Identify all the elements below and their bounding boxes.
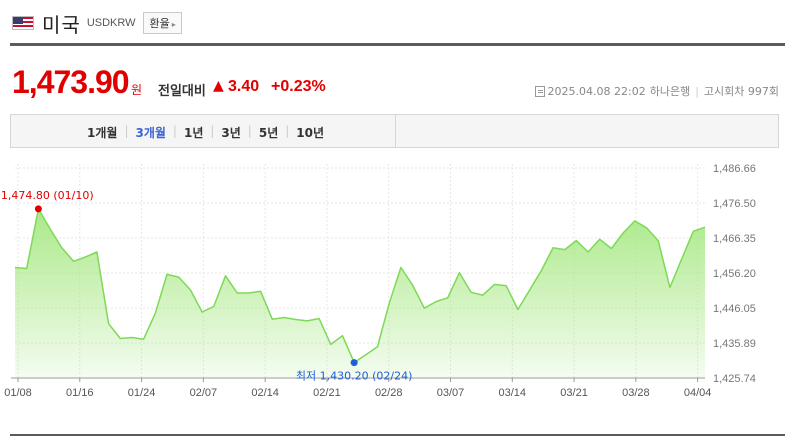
quote-meta: 2025.04.08 22:02 하나은행 | 고시회차 997회 <box>534 83 779 99</box>
y-tick-label: 1,486.66 <box>713 163 756 175</box>
period-tab[interactable]: 5년 <box>259 124 278 141</box>
chart-svg: 1,486.66 1,476.50 1,466.35 1,456.20 1,446.05… <box>0 163 756 399</box>
low-point-label: 최저 1,430.20 (02/24) <box>296 370 413 383</box>
exchange-rate-button[interactable]: 환율 ▸ <box>142 12 182 34</box>
document-icon <box>534 85 545 97</box>
x-tick-label: 03/07 <box>437 387 465 399</box>
rate-chart: 1,486.66 1,476.50 1,466.35 1,456.20 1,446.05… <box>0 152 785 422</box>
x-tick-label: 03/28 <box>622 387 650 399</box>
exchange-rate-label: 환율 <box>149 17 170 30</box>
change-percent: +0.23% <box>271 78 326 95</box>
area-fill <box>15 208 705 378</box>
notice-round: 고시회차 997회 <box>703 85 779 98</box>
tab-bar-divider <box>395 115 396 147</box>
y-tick-label: 1,466.35 <box>713 233 756 245</box>
x-tick-label: 01/16 <box>66 387 94 399</box>
period-tab[interactable]: 1개월 <box>87 124 117 141</box>
x-tick-label: 03/14 <box>499 387 527 399</box>
period-tabs: 1개월 | 3개월 | 1년 | 3년 | 5년 | 10년 <box>87 124 324 141</box>
compare-label: 전일대비 <box>158 84 206 99</box>
us-flag-icon <box>12 16 34 30</box>
x-tick-label: 02/14 <box>251 387 279 399</box>
change-value: 3.40 <box>228 78 260 95</box>
period-tab[interactable]: 10년 <box>296 124 324 141</box>
chevron-right-icon: ▸ <box>171 20 176 29</box>
y-tick-label: 1,456.20 <box>713 268 756 280</box>
low-point-marker <box>350 359 358 367</box>
up-triangle-icon: ▲ <box>213 78 224 94</box>
currency-code: USDKRW <box>86 17 136 29</box>
tab-separator: | <box>285 124 290 138</box>
x-tick-label: 04/04 <box>684 387 712 399</box>
header-divider <box>10 43 785 46</box>
x-tick-label: 02/21 <box>313 387 341 399</box>
bank-name: 하나은행 <box>649 85 691 98</box>
x-tick-label: 01/24 <box>128 387 156 399</box>
period-tab[interactable]: 1년 <box>184 124 203 141</box>
high-point-marker <box>34 205 42 213</box>
current-price: 1,473.90 <box>12 64 130 100</box>
footer-divider <box>10 434 785 436</box>
x-tick-label: 01/08 <box>4 387 32 399</box>
tab-separator: | <box>247 124 252 138</box>
tab-separator: | <box>210 124 215 138</box>
x-tick-label: 03/21 <box>560 387 588 399</box>
y-tick-label: 1,476.50 <box>713 198 756 210</box>
period-tab[interactable]: 3개월 <box>135 124 165 141</box>
y-tick-label: 1,435.89 <box>713 338 756 350</box>
country-name: 미국 <box>42 12 81 37</box>
period-tab-bar: 1개월 | 3개월 | 1년 | 3년 | 5년 | 10년 <box>10 114 779 148</box>
x-tick-label: 02/07 <box>190 387 218 399</box>
meta-separator: | <box>695 84 699 98</box>
period-tab[interactable]: 3년 <box>221 124 240 141</box>
y-tick-label: 1,425.74 <box>713 373 756 385</box>
y-tick-label: 1,446.05 <box>713 303 756 315</box>
tab-separator: | <box>172 124 177 138</box>
quote-timestamp: 2025.04.08 22:02 <box>547 84 646 98</box>
currency-header: 미국 USDKRW 환율 ▸ <box>12 10 182 37</box>
high-point-label: 최고 1,474.80 (01/10) <box>0 189 94 202</box>
price-unit: 원 <box>131 83 143 97</box>
tab-separator: | <box>124 124 129 138</box>
x-tick-label: 02/28 <box>375 387 403 399</box>
